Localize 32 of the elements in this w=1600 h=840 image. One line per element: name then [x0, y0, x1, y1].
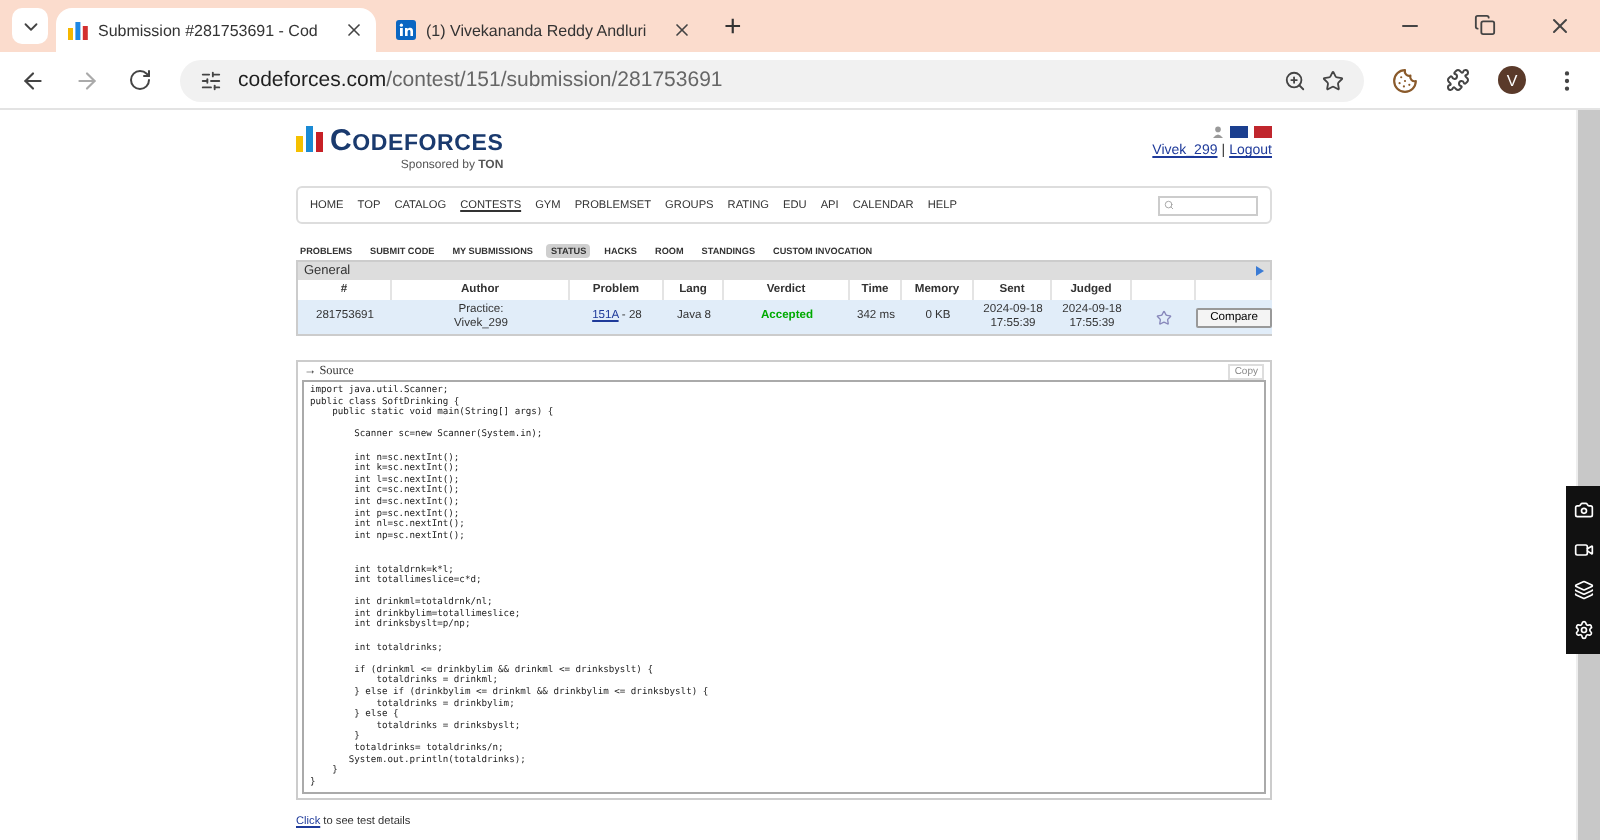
address-bar[interactable]: codeforces.com/contest/151/submission/281753691 [180, 59, 1364, 101]
bookmark-star-icon[interactable] [1322, 69, 1344, 91]
arrow-icon[interactable] [1256, 266, 1264, 276]
url-text: codeforces.com/contest/151/submission/281753691 [238, 68, 723, 92]
in-icon [396, 20, 416, 40]
browser-tab[interactable]: (1) Vivekananda Reddy Andluri [384, 8, 704, 52]
bars-icon [68, 20, 88, 40]
extensions-icon[interactable] [1446, 68, 1470, 92]
layers-icon[interactable] [1573, 580, 1593, 600]
tab-list-button[interactable] [12, 8, 48, 44]
zoom-icon[interactable] [1284, 69, 1306, 91]
tab-title: (1) Vivekananda Reddy Andluri [426, 21, 649, 39]
settings-icon[interactable] [1573, 620, 1593, 640]
browser-tab[interactable]: Submission #281753691 - Cod [56, 8, 376, 52]
logo-text: CODEFORCES [330, 126, 504, 159]
search-field[interactable] [1158, 195, 1258, 215]
person-icon [1212, 126, 1224, 138]
camera-icon[interactable] [1573, 500, 1593, 520]
video-icon[interactable] [1573, 540, 1593, 560]
cookie-icon[interactable] [1392, 67, 1418, 93]
close-icon[interactable] [672, 20, 692, 40]
new-tab-button[interactable]: + [712, 9, 754, 43]
back-icon[interactable] [20, 67, 46, 93]
reload-icon[interactable] [128, 68, 152, 92]
close-icon[interactable] [344, 20, 364, 40]
profile-avatar[interactable]: V [1498, 66, 1526, 94]
site-info-icon[interactable] [200, 69, 222, 91]
logo-bars-icon [296, 126, 324, 152]
tab-title: Submission #281753691 - Cod [98, 21, 320, 39]
restore-icon[interactable] [1474, 14, 1496, 36]
star-icon[interactable] [1156, 309, 1172, 325]
close-icon[interactable] [1548, 14, 1572, 38]
